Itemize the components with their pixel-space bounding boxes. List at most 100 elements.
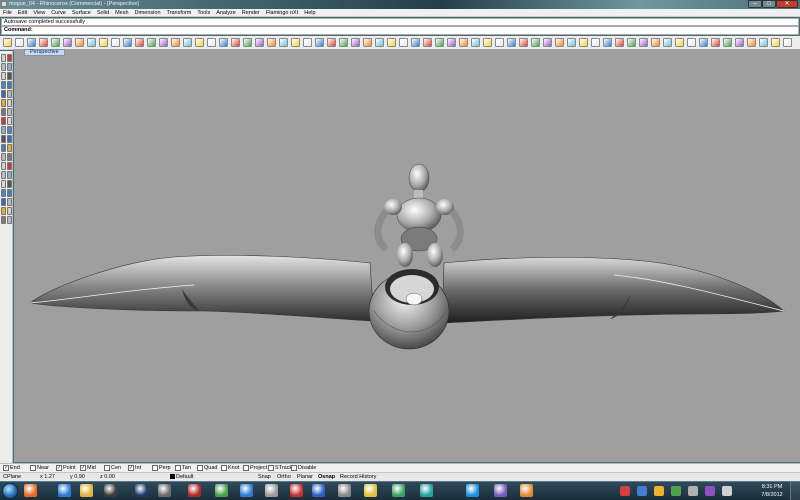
group-icon[interactable] bbox=[7, 144, 12, 152]
extra-18-icon[interactable] bbox=[615, 38, 624, 47]
select-points-icon[interactable] bbox=[1, 54, 6, 62]
open-icon[interactable] bbox=[15, 38, 24, 47]
render-icon[interactable] bbox=[339, 38, 348, 47]
osnap-int[interactable]: ✓ Int bbox=[128, 465, 141, 472]
text-icon[interactable] bbox=[1, 117, 6, 125]
properties-icon[interactable] bbox=[279, 38, 288, 47]
osnap-checkbox[interactable]: ✓ bbox=[3, 465, 9, 471]
extra-2-icon[interactable] bbox=[423, 38, 432, 47]
extra-16-icon[interactable] bbox=[591, 38, 600, 47]
trim-icon[interactable] bbox=[1, 180, 6, 188]
osnap-knot[interactable]: Knot bbox=[221, 465, 239, 472]
menu-transform[interactable]: Transform bbox=[164, 9, 195, 17]
menu-render[interactable]: Render bbox=[239, 9, 263, 17]
right-wing[interactable] bbox=[441, 257, 785, 324]
shaded-icon[interactable] bbox=[315, 38, 324, 47]
extra-27-icon[interactable] bbox=[723, 38, 732, 47]
mesh-icon[interactable] bbox=[7, 135, 12, 143]
menu-view[interactable]: View bbox=[30, 9, 48, 17]
media-player-icon[interactable] bbox=[104, 484, 117, 497]
rhino-icon[interactable] bbox=[265, 484, 278, 497]
osnap-perp[interactable]: Perp bbox=[152, 465, 171, 472]
revolve-icon[interactable] bbox=[7, 189, 12, 197]
extra-10-icon[interactable] bbox=[519, 38, 528, 47]
grid-icon[interactable] bbox=[387, 38, 396, 47]
mannequin-figure[interactable] bbox=[374, 163, 464, 267]
scale-icon[interactable] bbox=[7, 72, 12, 80]
glider-hull[interactable] bbox=[368, 269, 450, 350]
app-gray-icon[interactable] bbox=[338, 484, 351, 497]
curve-icon[interactable] bbox=[1, 72, 6, 80]
sweep-icon[interactable] bbox=[7, 180, 12, 188]
copy-icon[interactable] bbox=[75, 38, 84, 47]
osnap-checkbox[interactable]: ✓ bbox=[128, 465, 134, 471]
set-cplane-icon[interactable] bbox=[219, 38, 228, 47]
extra-5-icon[interactable] bbox=[459, 38, 468, 47]
extra-32-icon[interactable] bbox=[783, 38, 792, 47]
osnap-toggle[interactable]: Osnap bbox=[318, 474, 335, 481]
osnap-strack[interactable]: STrack bbox=[268, 465, 292, 472]
network-icon[interactable] bbox=[7, 198, 12, 206]
rhino-app-icon[interactable] bbox=[1, 1, 7, 7]
menu-solid[interactable]: Solid bbox=[94, 9, 112, 17]
4-viewports-icon[interactable] bbox=[207, 38, 216, 47]
join-icon[interactable] bbox=[1, 198, 6, 206]
explode-icon[interactable] bbox=[1, 207, 6, 215]
rotate-view-icon[interactable] bbox=[123, 38, 132, 47]
zoom-window-icon[interactable] bbox=[147, 38, 156, 47]
osnap-checkbox[interactable] bbox=[268, 465, 274, 471]
tray-icon[interactable] bbox=[620, 486, 630, 496]
extra-22-icon[interactable] bbox=[663, 38, 672, 47]
app-yellow-icon[interactable] bbox=[364, 484, 377, 497]
mirror-icon[interactable] bbox=[7, 81, 12, 89]
osnap-project[interactable]: Project bbox=[243, 465, 267, 472]
hide-object-icon[interactable] bbox=[243, 38, 252, 47]
osnap-quad[interactable]: Quad bbox=[197, 465, 217, 472]
extra-7-icon[interactable] bbox=[483, 38, 492, 47]
chrome-icon[interactable] bbox=[215, 484, 228, 497]
app-red-icon[interactable] bbox=[290, 484, 303, 497]
sketchup-icon[interactable] bbox=[158, 484, 171, 497]
select-icon[interactable] bbox=[291, 38, 300, 47]
extra-14-icon[interactable] bbox=[567, 38, 576, 47]
ie-alt-icon[interactable] bbox=[240, 484, 253, 497]
blend-icon[interactable] bbox=[7, 153, 12, 161]
record-history-toggle[interactable]: Record History bbox=[340, 474, 376, 481]
zoom-icon[interactable] bbox=[135, 38, 144, 47]
rotate-icon[interactable] bbox=[7, 63, 12, 71]
box-icon[interactable] bbox=[1, 144, 6, 152]
material-icon[interactable] bbox=[351, 38, 360, 47]
fillet-icon[interactable] bbox=[1, 171, 6, 179]
menu-tools[interactable]: Tools bbox=[194, 9, 213, 17]
render-tool-icon[interactable] bbox=[7, 126, 12, 134]
osnap-mid[interactable]: ✓ Mid bbox=[80, 465, 96, 472]
osnap-disable[interactable]: Disable bbox=[291, 465, 316, 472]
extra-9-icon[interactable] bbox=[507, 38, 516, 47]
extra-8-icon[interactable] bbox=[495, 38, 504, 47]
osnap-checkbox[interactable]: ✓ bbox=[80, 465, 86, 471]
planar-toggle[interactable]: Planar bbox=[297, 474, 313, 481]
extra-30-icon[interactable] bbox=[759, 38, 768, 47]
osnap-checkbox[interactable] bbox=[152, 465, 158, 471]
tray-icon[interactable] bbox=[671, 486, 681, 496]
app-purple-icon[interactable] bbox=[494, 484, 507, 497]
save-icon[interactable] bbox=[27, 38, 36, 47]
title-bar[interactable]: mogue_04 - Rhinoceros (Commercial) - [Pe… bbox=[0, 0, 800, 9]
viewport-tab-perspective[interactable]: Perspective bbox=[24, 49, 65, 56]
osnap-cen[interactable]: Cen bbox=[104, 465, 121, 472]
maximize-button[interactable]: □ bbox=[762, 0, 776, 8]
extra-21-icon[interactable] bbox=[651, 38, 660, 47]
tray-icon[interactable] bbox=[637, 486, 647, 496]
menu-edit[interactable]: Edit bbox=[15, 9, 30, 17]
photoshop-icon[interactable] bbox=[135, 484, 148, 497]
import-icon[interactable] bbox=[51, 38, 60, 47]
rendered-icon[interactable] bbox=[327, 38, 336, 47]
app-s-icon[interactable] bbox=[188, 484, 201, 497]
start-button[interactable] bbox=[2, 483, 18, 499]
tray-icon[interactable] bbox=[688, 486, 698, 496]
undo-icon[interactable] bbox=[99, 38, 108, 47]
extra-19-icon[interactable] bbox=[627, 38, 636, 47]
patch-icon[interactable] bbox=[7, 207, 12, 215]
app-green-icon[interactable] bbox=[392, 484, 405, 497]
extra-29-icon[interactable] bbox=[747, 38, 756, 47]
